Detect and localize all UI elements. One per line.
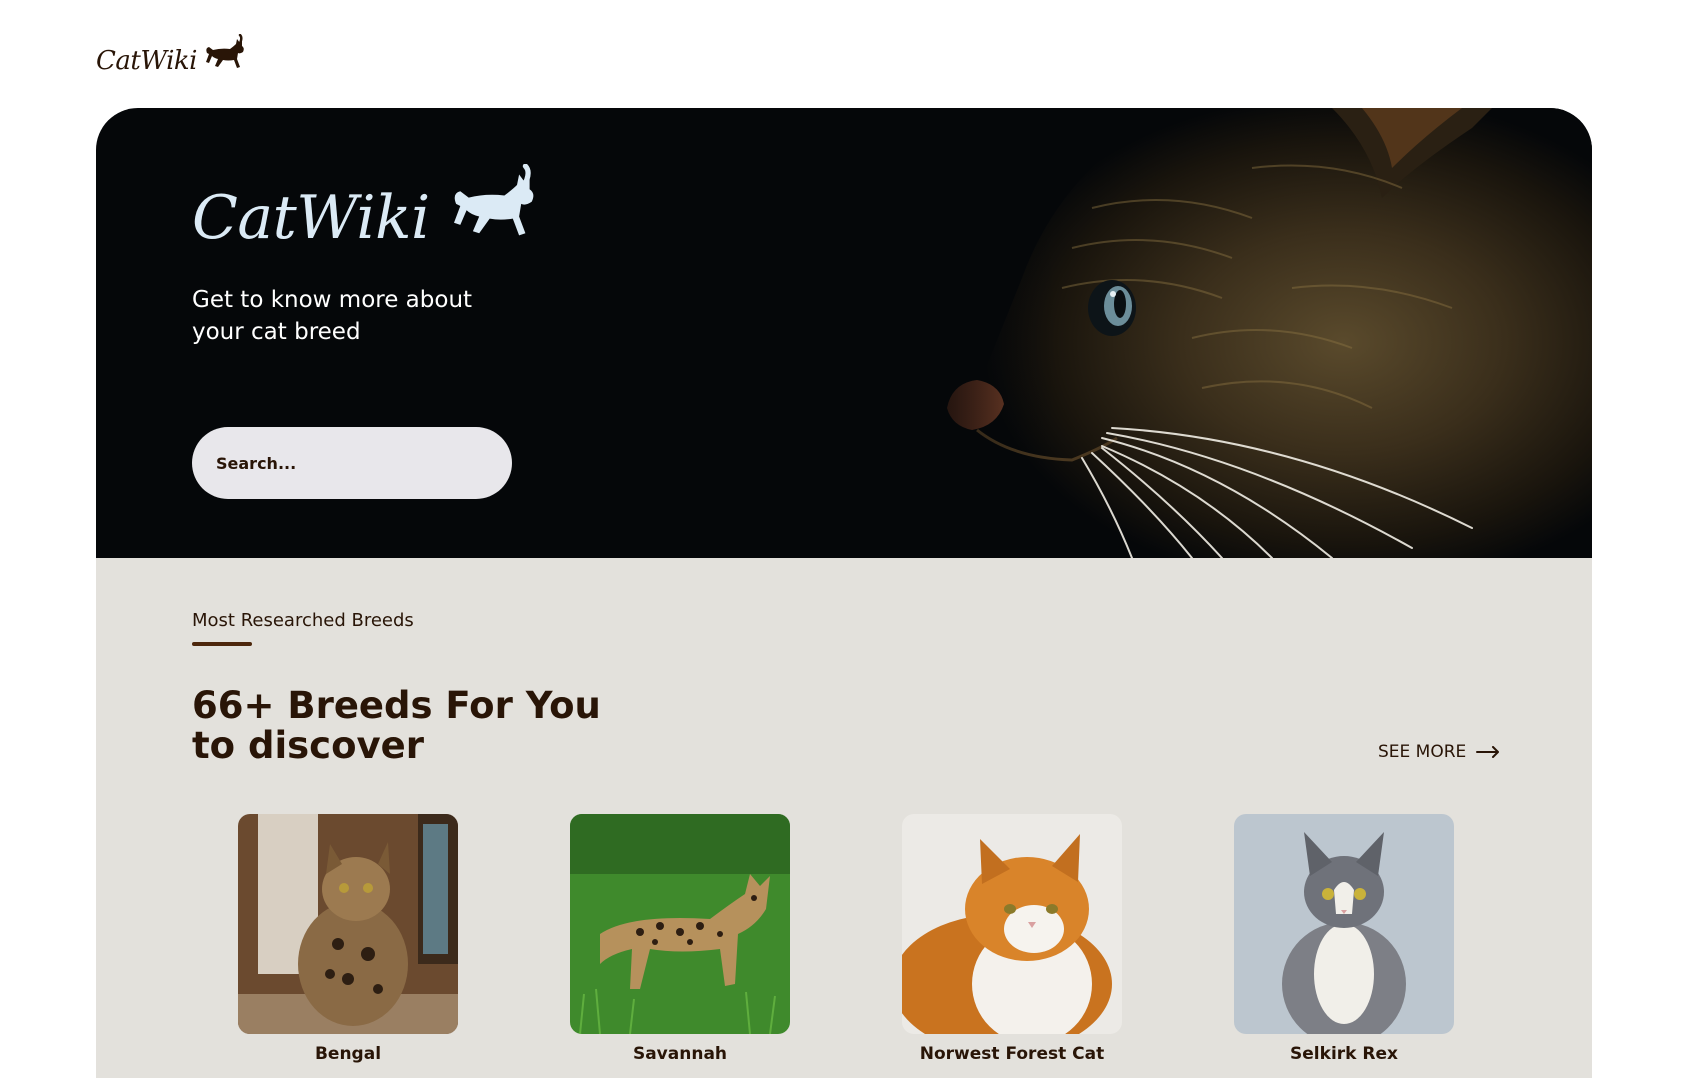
- see-more-link[interactable]: SEE MORE: [1378, 742, 1500, 762]
- search-input[interactable]: [216, 453, 486, 473]
- cat-silhouette-icon: [453, 164, 534, 236]
- search-box[interactable]: [192, 427, 512, 499]
- breed-image-savannah: [570, 814, 790, 1034]
- breed-card-savannah[interactable]: Savannah: [570, 814, 790, 1064]
- section-label: Most Researched Breeds: [192, 610, 414, 631]
- breed-image-bengal: [238, 814, 458, 1034]
- arrow-right-icon: [1476, 746, 1500, 758]
- hero-banner: CatWiki Get to know more about your cat …: [96, 108, 1592, 558]
- hero-cat-image: [772, 108, 1592, 558]
- breed-name: Selkirk Rex: [1290, 1044, 1398, 1064]
- site-logo[interactable]: CatWiki: [96, 34, 249, 74]
- hero-logo-wordmark: CatWiki: [192, 183, 430, 253]
- section-heading: 66+ Breeds For You to discover: [192, 684, 601, 767]
- section-underline: [192, 642, 252, 646]
- breed-image-norwest-forest-cat: [902, 814, 1122, 1034]
- breed-card-bengal[interactable]: Bengal: [238, 814, 458, 1064]
- breed-name: Savannah: [632, 1044, 728, 1064]
- cat-silhouette-icon: [206, 34, 244, 68]
- breed-card-norwest-forest-cat[interactable]: Norwest Forest Cat: [902, 814, 1122, 1064]
- breed-image-selkirk-rex: [1234, 814, 1454, 1034]
- most-researched-breeds-section: Most Researched Breeds 66+ Breeds For Yo…: [96, 558, 1592, 1078]
- breed-name: Norwest Forest Cat: [919, 1044, 1105, 1064]
- hero-tagline: Get to know more about your cat breed: [192, 287, 473, 345]
- hero-logo: CatWiki: [192, 164, 548, 248]
- breed-card-selkirk-rex[interactable]: Selkirk Rex: [1234, 814, 1454, 1064]
- logo-wordmark: CatWiki: [96, 46, 198, 76]
- breed-name: Bengal: [314, 1044, 382, 1064]
- see-more-label: SEE MORE: [1378, 742, 1467, 762]
